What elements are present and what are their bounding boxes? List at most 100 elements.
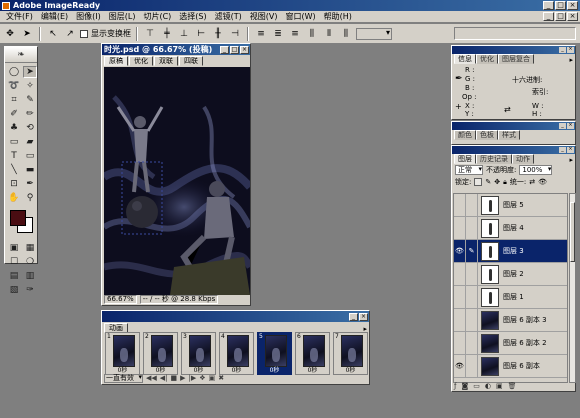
- tab-color[interactable]: 颜色: [454, 130, 476, 140]
- standard-screen-icon[interactable]: ▤: [7, 270, 21, 282]
- paint-bucket-tool-icon[interactable]: ▰: [23, 136, 37, 148]
- animation-frame[interactable]: 4 0秒: [219, 332, 254, 375]
- tab-optimized[interactable]: 优化: [129, 56, 153, 66]
- menu-view[interactable]: 视图(V): [246, 11, 282, 22]
- edit-in-photoshop-icon[interactable]: ✑: [23, 284, 37, 296]
- distribute-right-icon[interactable]: ⫼: [339, 27, 353, 41]
- visibility-eye-icon[interactable]: 👁︎: [454, 355, 466, 377]
- info-panel-titlebar[interactable]: _ ×: [452, 46, 575, 54]
- eyedropper-tool-icon[interactable]: ✒: [23, 178, 37, 190]
- lock-position-icon[interactable]: ✥: [494, 178, 500, 186]
- tab-info[interactable]: 信息: [454, 54, 476, 64]
- lasso-tool-icon[interactable]: ➰: [7, 80, 21, 92]
- panel-minimize-icon[interactable]: _: [559, 147, 566, 153]
- history-brush-tool-icon[interactable]: ⟲: [23, 122, 37, 134]
- tween-icon[interactable]: ❖: [199, 374, 205, 382]
- zoom-tool-icon[interactable]: ⚲: [23, 192, 37, 204]
- tab-original[interactable]: 原稿: [104, 56, 128, 66]
- tab-history[interactable]: 历史记录: [476, 154, 512, 164]
- animation-frame[interactable]: 1 0秒: [105, 332, 140, 375]
- select-pointer-icon[interactable]: ↖: [46, 27, 60, 41]
- new-layer-icon[interactable]: ▣: [496, 382, 503, 390]
- tab-4up[interactable]: 四联: [179, 56, 203, 66]
- menu-help[interactable]: 帮助(H): [320, 11, 356, 22]
- panel-minimize-icon[interactable]: _: [559, 47, 566, 53]
- menu-file[interactable]: 文件(F): [2, 11, 37, 22]
- select-pointer-alt-icon[interactable]: ↗: [63, 27, 77, 41]
- magic-wand-tool-icon[interactable]: ✧: [23, 80, 37, 92]
- visibility-eye-icon[interactable]: [454, 286, 466, 308]
- close-button[interactable]: ×: [567, 1, 578, 10]
- layer-brush-icon[interactable]: [466, 194, 478, 216]
- adjustment-layer-icon[interactable]: ◐: [485, 382, 491, 390]
- visibility-eye-icon[interactable]: [454, 332, 466, 354]
- panel-close-icon[interactable]: ×: [567, 47, 574, 53]
- eraser-tool-icon[interactable]: ▭: [7, 136, 21, 148]
- doc-window-close-button[interactable]: ×: [240, 45, 249, 54]
- crop-tool-icon[interactable]: ⌗: [7, 94, 21, 106]
- move-tool-icon[interactable]: ➤: [23, 66, 37, 78]
- align-vcenter-icon[interactable]: ╪: [160, 27, 174, 41]
- animation-frame[interactable]: 2 0秒: [143, 332, 178, 375]
- rectangle-tool-icon[interactable]: ▭: [23, 150, 37, 162]
- layer-row[interactable]: 图层 4: [454, 217, 567, 240]
- shape-tool-icon[interactable]: ▬: [23, 164, 37, 176]
- animation-frame[interactable]: 7 0秒: [333, 332, 368, 375]
- image-map-tool-icon[interactable]: ⊡: [7, 178, 21, 190]
- layer-brush-icon[interactable]: ✎: [466, 240, 478, 262]
- play-icon[interactable]: ▶: [180, 374, 185, 382]
- align-top-icon[interactable]: ⊤: [143, 27, 157, 41]
- first-frame-icon[interactable]: ◀◀: [146, 374, 157, 382]
- minimize-button[interactable]: _: [543, 1, 554, 10]
- layer-row[interactable]: 图层 6 副本 3: [454, 309, 567, 332]
- loop-dropdown[interactable]: 一直有效: [104, 373, 143, 383]
- tab-layers[interactable]: 图层: [454, 154, 476, 164]
- document-titlebar[interactable]: 时光.psd @ 66.67% (投稿) _ □ ×: [102, 44, 250, 55]
- zoom-level-field[interactable]: 66.67%: [104, 294, 137, 304]
- menu-filter[interactable]: 滤镜(T): [211, 11, 246, 22]
- unify-position-icon[interactable]: ⇄: [529, 178, 535, 186]
- color-panel-titlebar[interactable]: _ ×: [452, 122, 575, 130]
- unify-visibility-icon[interactable]: 👁︎: [538, 178, 547, 186]
- duplicate-frame-icon[interactable]: ▣: [209, 374, 216, 382]
- align-left-icon[interactable]: ⊢: [194, 27, 208, 41]
- visibility-eye-icon[interactable]: [454, 263, 466, 285]
- layer-brush-icon[interactable]: [466, 217, 478, 239]
- visibility-eye-icon[interactable]: [454, 194, 466, 216]
- menu-layer[interactable]: 图层(L): [105, 11, 140, 22]
- type-tool-icon[interactable]: T: [7, 150, 21, 162]
- layers-panel-titlebar[interactable]: _ ×: [452, 146, 575, 154]
- clone-stamp-tool-icon[interactable]: ♣: [7, 122, 21, 134]
- tab-2up[interactable]: 双联: [154, 56, 178, 66]
- animation-close-button[interactable]: ×: [359, 312, 368, 321]
- distribute-top-icon[interactable]: ≡: [254, 27, 268, 41]
- marquee-tool-icon[interactable]: ◯: [7, 66, 21, 78]
- visibility-eye-icon[interactable]: 👁︎: [454, 240, 466, 262]
- animation-frame[interactable]: 6 0秒: [295, 332, 330, 375]
- next-frame-icon[interactable]: |▶: [189, 374, 197, 382]
- rollover-preview-icon[interactable]: ☐: [7, 256, 21, 268]
- palette-well[interactable]: [454, 27, 576, 40]
- jump-to-photoshop-icon[interactable]: ▧: [7, 284, 21, 296]
- tab-swatches[interactable]: 色板: [476, 130, 498, 140]
- lock-image-icon[interactable]: ✎: [485, 178, 491, 186]
- visibility-eye-icon[interactable]: [454, 217, 466, 239]
- tab-optimize[interactable]: 优化: [476, 54, 498, 64]
- panel-close-icon[interactable]: ×: [567, 147, 574, 153]
- layer-row[interactable]: 图层 6 副本 2: [454, 332, 567, 355]
- full-screen-icon[interactable]: ▥: [23, 270, 37, 282]
- toggle-slice-icon[interactable]: ▦: [23, 242, 37, 254]
- visibility-eye-icon[interactable]: [454, 309, 466, 331]
- layer-mask-icon[interactable]: ◙: [461, 382, 468, 390]
- toggle-image-map-icon[interactable]: ▣: [7, 242, 21, 254]
- doc-minimize-button[interactable]: _: [543, 12, 554, 21]
- animation-titlebar[interactable]: _ ×: [102, 311, 369, 322]
- palette-menu-arrow-icon[interactable]: ▸: [569, 56, 573, 64]
- doc-window-minimize-button[interactable]: _: [220, 45, 229, 54]
- panel-close-icon[interactable]: ×: [567, 123, 574, 129]
- layer-brush-icon[interactable]: [466, 355, 478, 377]
- move-arrow-icon[interactable]: ➤: [20, 27, 34, 41]
- doc-close-button[interactable]: ×: [567, 12, 578, 21]
- show-transform-checkbox[interactable]: [80, 29, 88, 38]
- preview-in-browser-icon[interactable]: ❍: [23, 256, 37, 268]
